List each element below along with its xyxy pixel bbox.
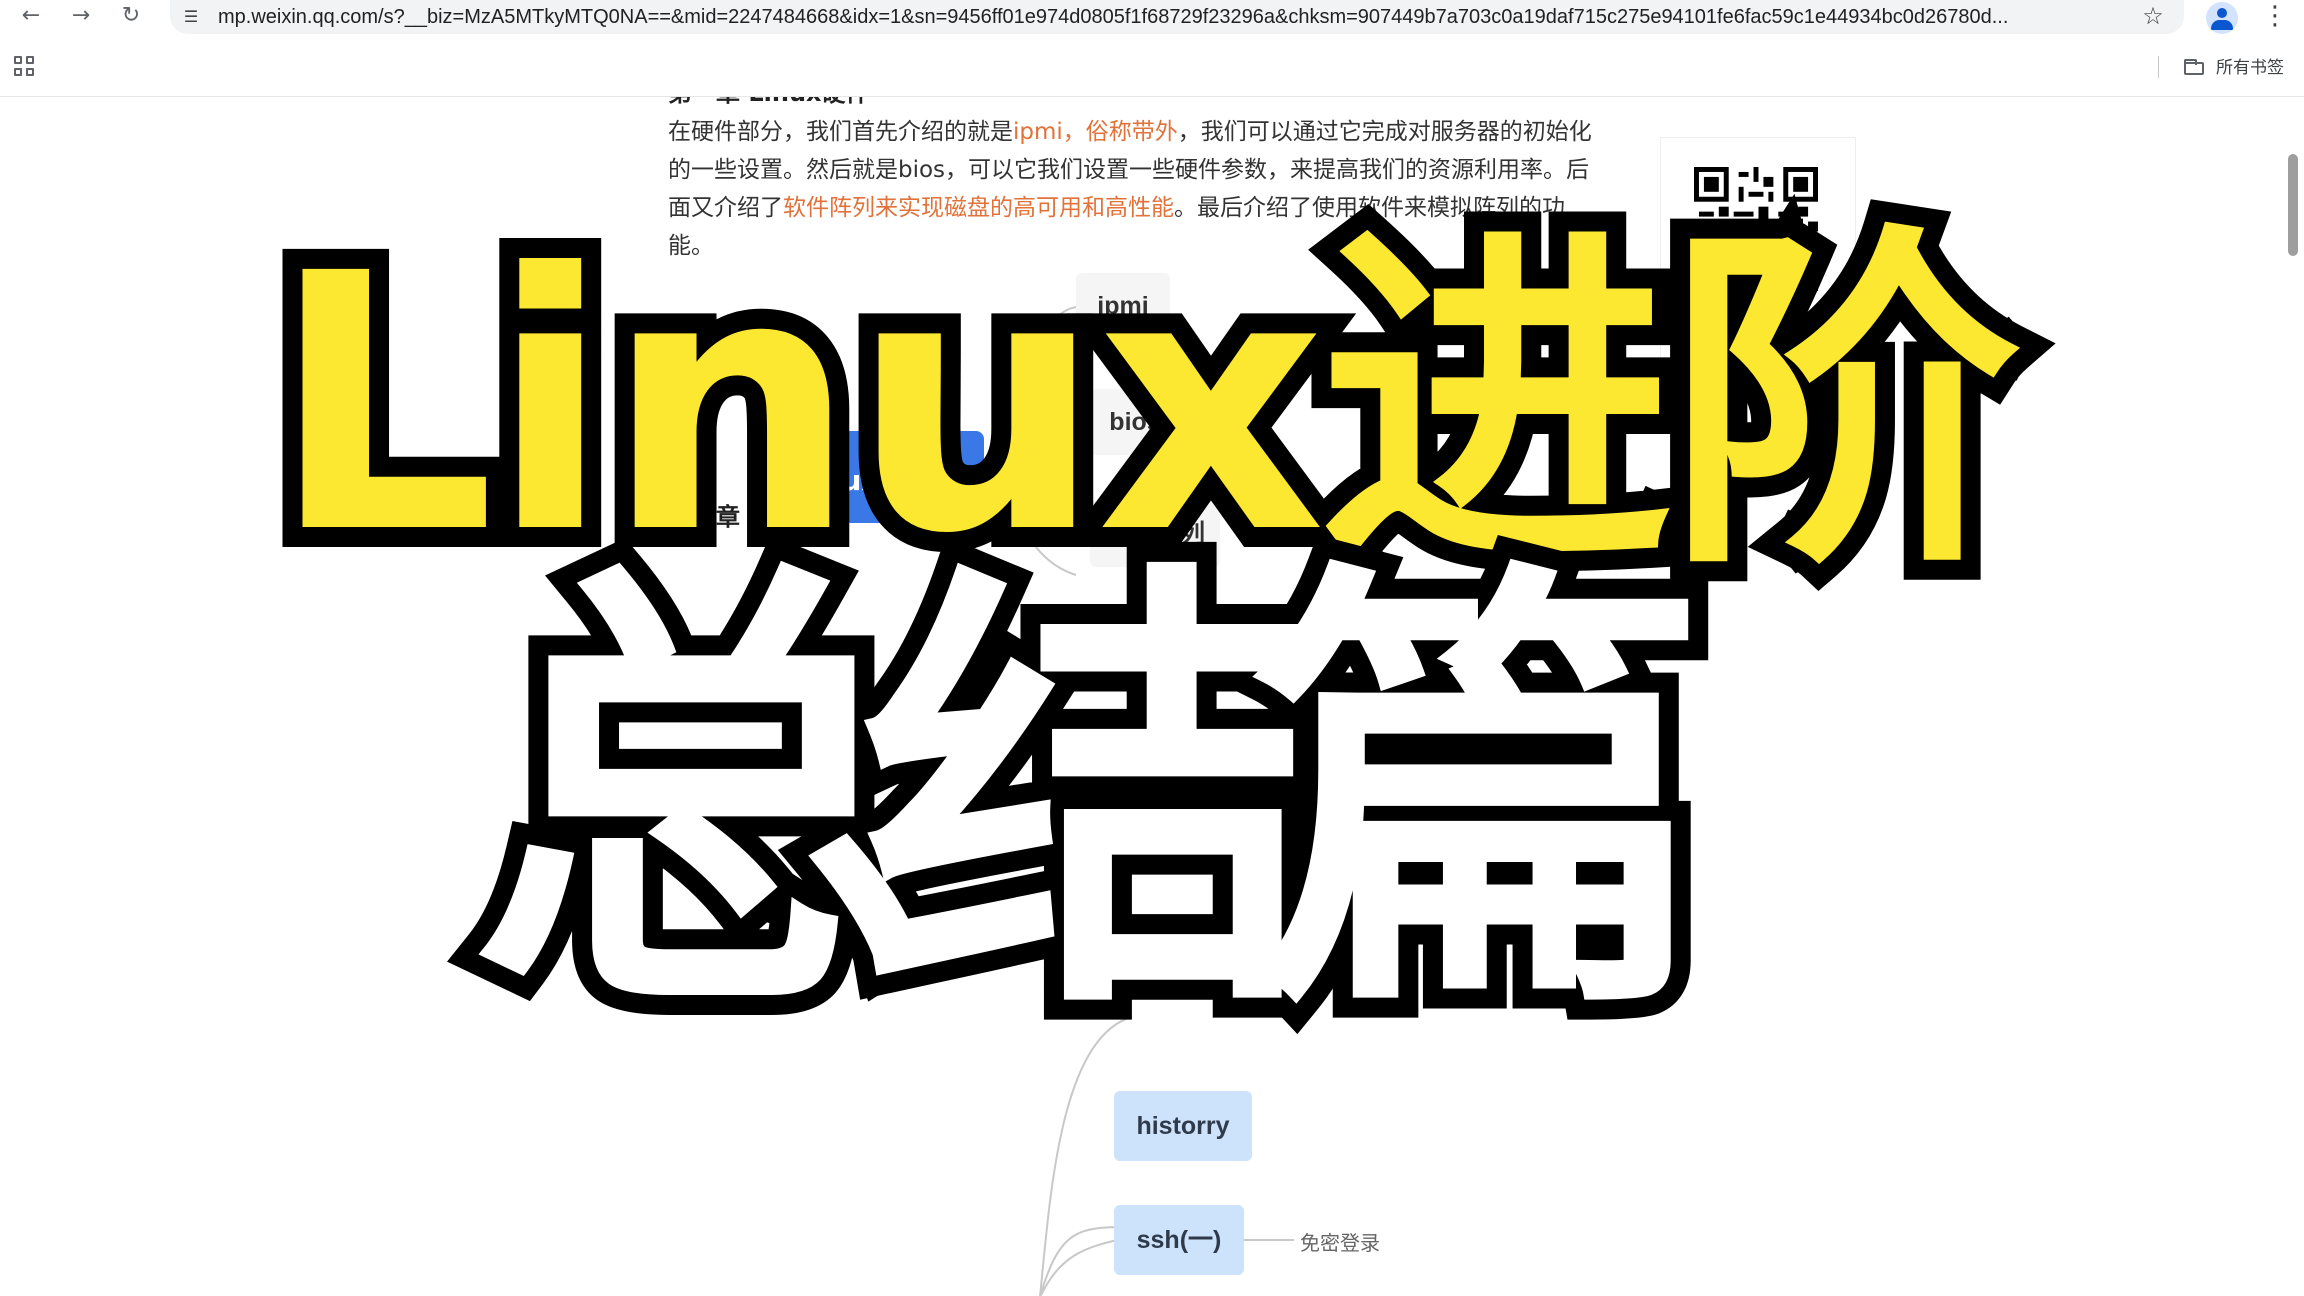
paragraph-line-1: 在硬件部分，我们首先介绍的就是ipmi，俗称带外，我们可以通过它完成对服务器的初… (668, 113, 1628, 151)
mindmap-node-history[interactable]: historry (1114, 1091, 1252, 1161)
reload-icon[interactable]: ↻ (114, 0, 148, 34)
url-text[interactable]: mp.weixin.qq.com/s?__biz=MzA5MTkyMTQ0NA=… (218, 0, 2118, 34)
text: 在硬件部分，我们首先介绍的就是 (668, 119, 1013, 145)
bookmark-star-icon[interactable]: ☆ (2136, 0, 2170, 34)
ssh-note: 免密登录 (1300, 1231, 1380, 1255)
chapter1-heading: 第一章 Linux硬件 (668, 97, 870, 108)
apps-icon[interactable] (14, 56, 36, 78)
ssh-note-connector (1244, 1239, 1294, 1241)
site-settings-icon[interactable]: ☰ (176, 0, 206, 34)
highlight-ipmi: ipmi，俗称带外 (1013, 119, 1178, 145)
scrollbar-thumb[interactable] (2288, 154, 2298, 256)
all-bookmarks-label[interactable]: 所有书签 (2216, 56, 2284, 80)
bookmarks-separator (2158, 56, 2159, 78)
back-icon[interactable]: ← (14, 0, 48, 34)
bookmarks-bar (0, 34, 2304, 97)
folder-icon[interactable] (2184, 59, 2204, 75)
menu-icon[interactable]: ⋮ (2260, 0, 2290, 34)
mindmap-node-ssh[interactable]: ssh(一) (1114, 1205, 1244, 1275)
overlay-title-line2: 总结篇 (450, 530, 1730, 1065)
text: ，我们可以通过它完成对服务器的初始化 (1177, 119, 1592, 145)
overlay-title-line1: Linux进阶 (250, 199, 2041, 611)
profile-body (2211, 20, 2233, 30)
forward-icon[interactable]: → (64, 0, 98, 34)
paragraph-line-2: 的一些设置。然后就是bios，可以它我们设置一些硬件参数，来提高我们的资源利用率… (668, 157, 1590, 183)
profile-head (2217, 8, 2227, 18)
